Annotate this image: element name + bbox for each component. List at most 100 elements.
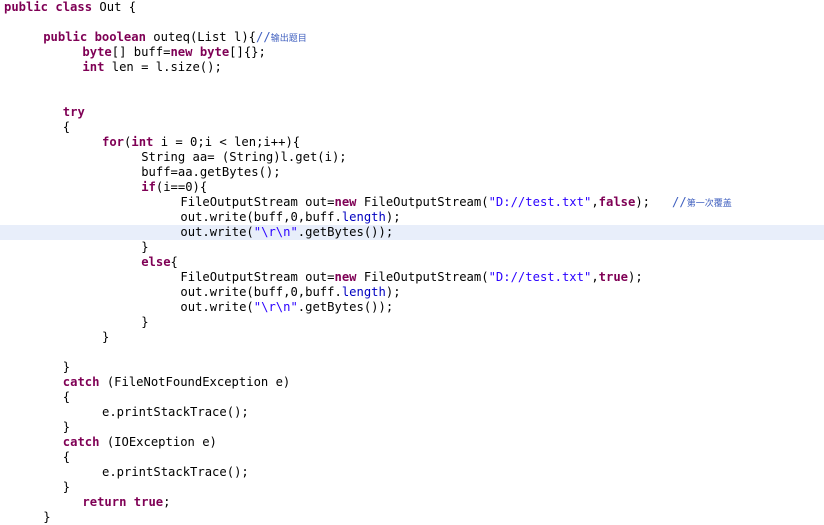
code-line-content: }: [0, 480, 70, 494]
code-token-plain: {: [170, 255, 178, 269]
code-line[interactable]: String aa= (String)l.get(i);: [0, 150, 824, 165]
code-token-plain: FileOutputStream out=: [180, 270, 335, 284]
code-line-content: FileOutputStream out=new FileOutputStrea…: [0, 270, 643, 284]
code-line[interactable]: try: [0, 105, 824, 120]
code-line-content: e.printStackTrace();: [0, 405, 249, 419]
code-token-plain: FileOutputStream(: [356, 195, 489, 209]
code-line[interactable]: [0, 15, 824, 30]
code-line[interactable]: [0, 90, 824, 105]
code-token-kw: else: [141, 255, 171, 269]
code-editor[interactable]: public class Out { public boolean outeq(…: [0, 0, 824, 524]
code-token-plain: .getBytes());: [297, 225, 394, 239]
code-token-cmt-cjk: 第一次覆盖: [686, 199, 732, 209]
code-line[interactable]: {: [0, 390, 824, 405]
code-line-content: try: [0, 105, 85, 119]
code-token-plain: {: [62, 120, 71, 134]
code-line[interactable]: out.write("\r\n".getBytes());: [0, 225, 824, 240]
code-line[interactable]: public class Out {: [0, 0, 824, 15]
code-line-content: }: [0, 330, 109, 344]
code-token-cmt-cjk: 输出题目: [270, 34, 307, 44]
code-line[interactable]: e.printStackTrace();: [0, 465, 824, 480]
code-line-content: byte[] buff=new byte[]{};: [0, 45, 265, 59]
code-token-plain: Out {: [92, 0, 137, 14]
code-token-plain: String aa= (String)l.get(i);: [141, 150, 347, 164]
code-line-content: out.write("\r\n".getBytes());: [0, 225, 393, 239]
code-token-plain: }: [141, 240, 149, 254]
code-token-plain: e.printStackTrace();: [102, 405, 249, 419]
code-line-content: for(int i = 0;i < len;i++){: [0, 135, 300, 149]
code-line[interactable]: {: [0, 450, 824, 465]
code-token-plain: }: [102, 330, 110, 344]
code-line[interactable]: [0, 75, 824, 90]
code-line-content: String aa= (String)l.get(i);: [0, 150, 347, 164]
code-token-plain: }: [62, 360, 71, 374]
code-line-content: return true;: [0, 495, 170, 509]
code-line[interactable]: }: [0, 360, 824, 375]
code-line[interactable]: [0, 345, 824, 360]
code-token-kw: true: [598, 270, 629, 284]
code-token-kw: for: [102, 135, 125, 149]
code-token-kw: new: [334, 270, 357, 284]
code-token-str: "\r\n": [253, 225, 298, 239]
code-token-plain: ;: [163, 495, 171, 509]
code-line-content: }: [0, 360, 70, 374]
code-line-content: {: [0, 120, 70, 134]
code-text-area[interactable]: public class Out { public boolean outeq(…: [0, 0, 824, 524]
code-line[interactable]: }: [0, 330, 824, 345]
code-line[interactable]: return true;: [0, 495, 824, 510]
code-token-kw: return: [82, 495, 127, 509]
code-line[interactable]: catch (IOException e): [0, 435, 824, 450]
code-line-content: buff=aa.getBytes();: [0, 165, 281, 179]
code-token-fld: length: [341, 285, 386, 299]
code-line[interactable]: }: [0, 480, 824, 495]
code-line[interactable]: for(int i = 0;i < len;i++){: [0, 135, 824, 150]
code-line-content: else{: [0, 255, 178, 269]
code-token-plain: }: [43, 510, 51, 524]
code-token-kw: byte: [82, 45, 112, 59]
code-line[interactable]: out.write(buff,0,buff.length);: [0, 210, 824, 225]
code-token-plain: );: [635, 195, 673, 209]
code-line[interactable]: buff=aa.getBytes();: [0, 165, 824, 180]
code-token-plain: );: [628, 270, 643, 284]
code-token-kw: public: [4, 0, 49, 14]
code-token-plain: }: [62, 420, 71, 434]
code-token-plain: {: [62, 390, 71, 404]
code-line[interactable]: FileOutputStream out=new FileOutputStrea…: [0, 270, 824, 285]
code-token-kw: new: [334, 195, 357, 209]
code-token-plain: out.write(buff,0,buff.: [180, 210, 342, 224]
code-line[interactable]: }: [0, 420, 824, 435]
code-line[interactable]: catch (FileNotFoundException e): [0, 375, 824, 390]
code-line[interactable]: }: [0, 240, 824, 255]
code-line[interactable]: out.write(buff,0,buff.length);: [0, 285, 824, 300]
code-token-plain: out.write(buff,0,buff.: [180, 285, 342, 299]
code-line[interactable]: public boolean outeq(List l){//输出题目: [0, 30, 824, 45]
code-token-fld: length: [341, 210, 386, 224]
code-token-plain: ,: [591, 270, 599, 284]
code-token-kw: if: [141, 180, 156, 194]
code-line[interactable]: FileOutputStream out=new FileOutputStrea…: [0, 195, 824, 210]
code-token-plain: (IOException e): [99, 435, 217, 449]
code-line[interactable]: }: [0, 510, 824, 525]
code-token-kw: false: [598, 195, 636, 209]
code-line[interactable]: out.write("\r\n".getBytes());: [0, 300, 824, 315]
code-line-content: public class Out {: [0, 0, 136, 14]
code-line[interactable]: e.printStackTrace();: [0, 405, 824, 420]
code-line[interactable]: int len = l.size();: [0, 60, 824, 75]
code-token-plain: (i==0){: [155, 180, 208, 194]
code-line[interactable]: else{: [0, 255, 824, 270]
code-line-content: [0, 75, 11, 89]
code-line[interactable]: {: [0, 120, 824, 135]
code-token-plain: buff=aa.getBytes();: [141, 165, 281, 179]
code-token-plain: ,: [591, 195, 599, 209]
code-token-kw: boolean: [94, 30, 146, 44]
code-token-cmt: //: [672, 195, 687, 209]
code-line[interactable]: }: [0, 315, 824, 330]
code-line[interactable]: if(i==0){: [0, 180, 824, 195]
code-line[interactable]: byte[] buff=new byte[]{};: [0, 45, 824, 60]
code-token-str: "D://test.txt": [488, 195, 592, 209]
code-line-content: {: [0, 390, 70, 404]
code-token-plain: FileOutputStream(: [356, 270, 489, 284]
